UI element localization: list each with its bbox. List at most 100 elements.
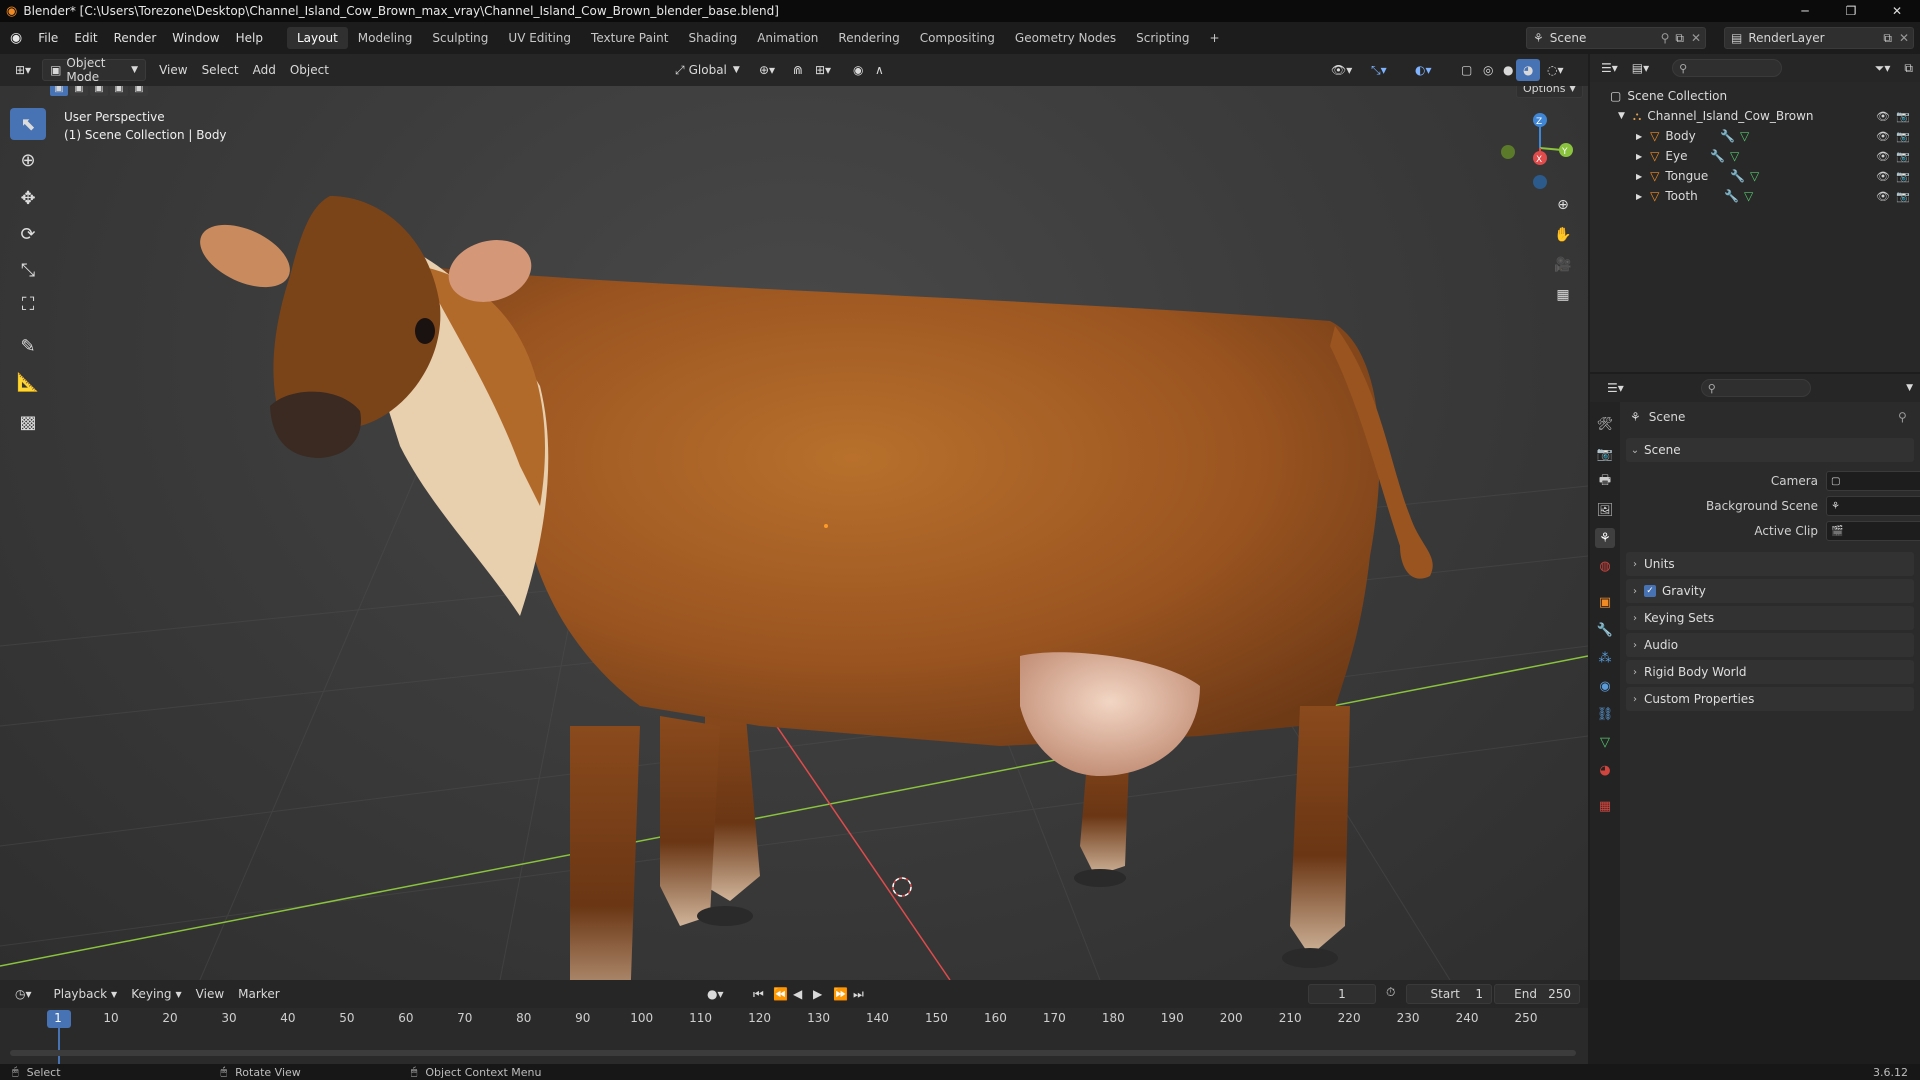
filter-icon[interactable]: ⏷▾ <box>1868 57 1898 79</box>
close-button[interactable]: ✕ <box>1874 0 1920 22</box>
tab-modeling[interactable]: Modeling <box>348 27 423 49</box>
record-icon[interactable]: ●▾ <box>700 983 731 1005</box>
panel-gravity[interactable]: › ✓ Gravity <box>1626 579 1914 603</box>
stopwatch-icon[interactable]: ⏱ <box>1386 985 1395 1000</box>
proportional-edit-icon[interactable]: ◉ <box>846 59 870 81</box>
data-tab-icon[interactable]: ▽ <box>1595 732 1615 752</box>
scale-tool[interactable]: ⤡ <box>10 254 46 286</box>
menu-render[interactable]: Render <box>106 27 165 49</box>
expand-arrow-icon[interactable]: ▶ <box>1636 132 1642 141</box>
eye-icon[interactable]: 👁 <box>1876 190 1890 203</box>
camera-render-icon[interactable]: 📷 <box>1896 170 1910 183</box>
minimize-button[interactable]: ─ <box>1782 0 1828 22</box>
select-subtract-icon[interactable]: ▣ <box>90 86 108 96</box>
pin-icon[interactable]: ⚲ <box>1658 31 1673 45</box>
menu-object[interactable]: Object <box>283 59 336 81</box>
measure-tool[interactable]: 📐 <box>10 366 46 398</box>
material-shading-icon[interactable]: ◕ <box>1516 59 1541 81</box>
zoom-icon[interactable]: ⊕ <box>1552 194 1574 216</box>
physics-tab-icon[interactable]: ◉ <box>1595 676 1615 696</box>
eye-icon[interactable]: 👁 <box>1876 110 1890 123</box>
panel-scene[interactable]: ⌄ Scene <box>1626 438 1914 462</box>
modifiers-tab-icon[interactable]: 🔧 <box>1595 620 1615 640</box>
transform-tool[interactable]: ⛶ <box>10 288 46 320</box>
particles-tab-icon[interactable]: ⁂ <box>1595 648 1615 668</box>
outliner-editor-type-icon[interactable]: ☰▾ <box>1594 57 1625 79</box>
tab-sculpting[interactable]: Sculpting <box>422 27 498 49</box>
render-tab-icon[interactable]: 📷 <box>1595 444 1615 464</box>
menu-file[interactable]: File <box>30 27 66 49</box>
camera-render-icon[interactable]: 📷 <box>1896 110 1910 123</box>
menu-keying[interactable]: Keying ▼ <box>124 983 188 1005</box>
gravity-checkbox[interactable]: ✓ <box>1644 585 1656 597</box>
tab-animation[interactable]: Animation <box>747 27 828 49</box>
menu-add[interactable]: Add <box>246 59 283 81</box>
add-workspace-button[interactable]: + <box>1200 27 1230 49</box>
tab-shading[interactable]: Shading <box>678 27 747 49</box>
overlay-toggle-icon[interactable]: ◐▾ <box>1408 59 1439 81</box>
camera-view-icon[interactable]: 🎥 <box>1552 254 1574 276</box>
tab-geometry-nodes[interactable]: Geometry Nodes <box>1005 27 1126 49</box>
menu-help[interactable]: Help <box>228 27 271 49</box>
visibility-icon[interactable]: 👁▾ <box>1324 59 1359 81</box>
editor-type-icon[interactable]: ⊞▾ <box>8 59 38 81</box>
blender-menu-icon[interactable]: ◉ <box>0 30 30 46</box>
cursor-tool[interactable]: ⊕ <box>10 144 46 176</box>
panel-custom-properties[interactable]: › Custom Properties <box>1626 687 1914 711</box>
properties-editor-type-icon[interactable]: ☰▾ <box>1600 377 1631 399</box>
rendered-shading-icon[interactable]: ◌▾ <box>1540 59 1571 81</box>
eye-icon[interactable]: 👁 <box>1876 150 1890 163</box>
timeline-editor-type-icon[interactable]: ◷▾ <box>8 983 39 1005</box>
add-cube-tool[interactable]: ▩ <box>10 406 46 438</box>
menu-timeline-view[interactable]: View <box>189 983 231 1005</box>
tab-texture-paint[interactable]: Texture Paint <box>581 27 678 49</box>
constraints-tab-icon[interactable]: ⛓ <box>1595 704 1615 724</box>
world-tab-icon[interactable]: ◍ <box>1595 556 1615 576</box>
material-tab-icon[interactable]: ◕ <box>1595 760 1615 780</box>
menu-marker[interactable]: Marker <box>231 983 286 1005</box>
scene-tab-icon[interactable]: ⚘ <box>1595 528 1615 548</box>
display-mode-icon[interactable]: ▤▾ <box>1625 57 1656 79</box>
new-collection-icon[interactable]: ⧉ <box>1897 57 1920 79</box>
eye-icon[interactable]: 👁 <box>1876 170 1890 183</box>
current-frame-field[interactable]: 1 <box>1308 984 1376 1004</box>
outliner-row-body[interactable]: ▶ ▽ Body 🔧 ▽ 👁 📷 <box>1590 126 1920 146</box>
camera-field[interactable]: ▢ ✒ <box>1826 471 1920 491</box>
tab-uv-editing[interactable]: UV Editing <box>498 27 581 49</box>
transform-orientation-dropdown[interactable]: ⤢ Global ▼ <box>668 59 747 81</box>
new-scene-icon[interactable]: ⧉ <box>1672 31 1687 46</box>
start-frame-field[interactable]: Start 1 <box>1406 984 1492 1004</box>
frame-ruler[interactable]: 1 10 20 30 40 50 60 70 80 90 100 110 120 130 140 150 160… <box>0 1008 1588 1030</box>
expand-arrow-icon[interactable]: ▶ <box>1636 192 1642 201</box>
timeline[interactable]: 1 10 20 30 40 50 60 70 80 90 100 110 120 130 140 150 160… <box>0 1008 1588 1064</box>
end-frame-field[interactable]: End 250 <box>1494 984 1580 1004</box>
menu-playback[interactable]: Playback ▼ <box>47 983 125 1005</box>
ortho-grid-icon[interactable]: ▦ <box>1552 284 1574 306</box>
texture-tab-icon[interactable]: ▦ <box>1595 796 1615 816</box>
gizmo-neg-y-handle[interactable] <box>1501 145 1515 159</box>
active-clip-field[interactable]: 🎬 <box>1826 521 1920 541</box>
view-layer-selector[interactable]: ▤ RenderLayer ⧉ ✕ <box>1724 27 1914 49</box>
navigation-gizmo[interactable]: Z Y X <box>1501 113 1573 189</box>
tab-layout[interactable]: Layout <box>286 27 348 49</box>
camera-render-icon[interactable]: 📷 <box>1896 190 1910 203</box>
menu-select[interactable]: Select <box>195 59 246 81</box>
output-tab-icon[interactable]: 🖶 <box>1595 472 1615 492</box>
falloff-icon[interactable]: ∧ <box>868 59 891 81</box>
annotate-tool[interactable]: ✎ <box>10 330 46 362</box>
remove-scene-icon[interactable]: ✕ <box>1687 31 1705 45</box>
select-invert-icon[interactable]: ▣ <box>110 86 128 96</box>
panel-units[interactable]: › Units <box>1626 552 1914 576</box>
tab-rendering[interactable]: Rendering <box>828 27 909 49</box>
rotate-tool[interactable]: ⟳ <box>10 218 46 250</box>
background-scene-field[interactable]: ⚘ <box>1826 496 1920 516</box>
gizmo-toggle-icon[interactable]: ⤡▾ <box>1364 59 1394 81</box>
outliner-row-collection[interactable]: ▼ ⛬ Channel_Island_Cow_Brown 👁 📷 <box>1590 106 1920 126</box>
outliner-row-scene-collection[interactable]: ▢ Scene Collection <box>1590 86 1920 106</box>
pan-hand-icon[interactable]: ✋ <box>1552 224 1574 246</box>
outliner-row-tooth[interactable]: ▶ ▽ Tooth 🔧 ▽ 👁 📷 <box>1590 186 1920 206</box>
3d-cursor[interactable] <box>892 877 912 897</box>
options-dropdown[interactable]: Options ▼ <box>1516 86 1583 98</box>
scene-selector[interactable]: ⚘ Scene ⚲ ⧉ ✕ <box>1526 27 1706 49</box>
menu-view[interactable]: View <box>152 59 194 81</box>
